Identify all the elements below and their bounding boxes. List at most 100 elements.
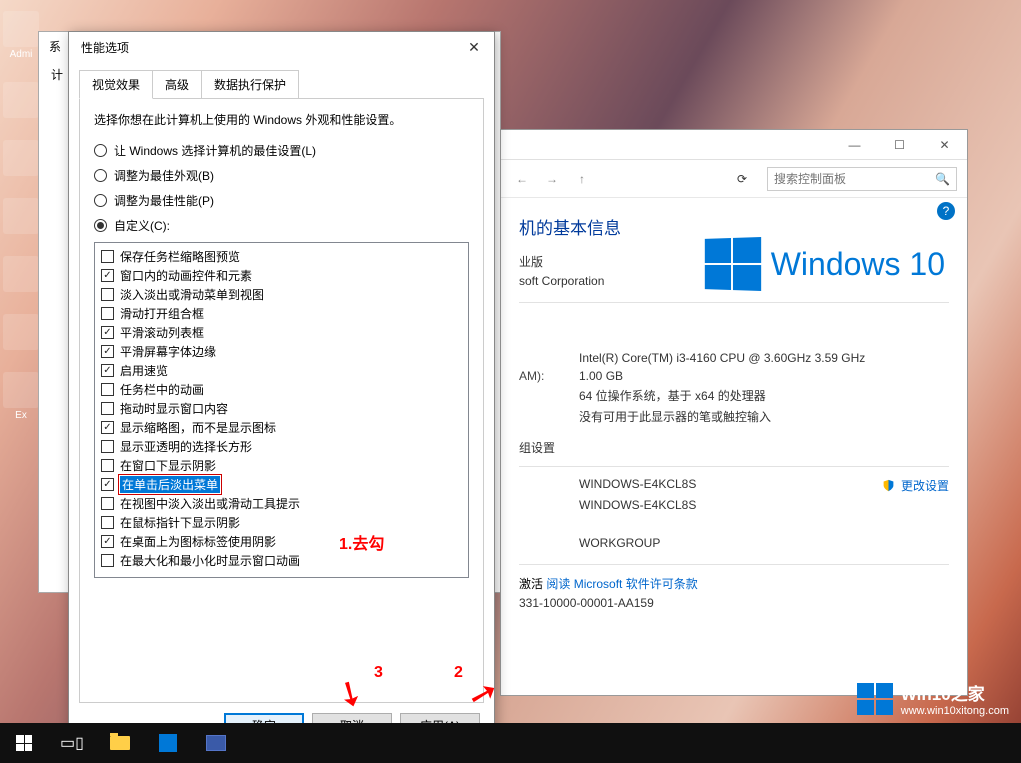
watermark-url: www.win10xitong.com (901, 705, 1009, 717)
checkbox-label: 拖动时显示窗口内容 (120, 400, 228, 417)
checkbox-option[interactable]: 滑动打开组合框 (101, 304, 462, 323)
checkbox-icon (101, 250, 114, 263)
watermark: Win10之家 www.win10xitong.com (857, 680, 1009, 717)
watermark-brand: Win10之家 (901, 680, 1009, 705)
nav-toolbar: ← → ↑ ⟳ 🔍 (501, 160, 967, 198)
checkbox-option[interactable]: 在单击后淡出菜单 (101, 475, 462, 494)
checkbox-option[interactable]: 显示亚透明的选择长方形 (101, 437, 462, 456)
nav-back-icon[interactable]: ← (511, 168, 533, 190)
search-icon[interactable]: 🔍 (935, 172, 950, 186)
checkbox-label: 任务栏中的动画 (120, 381, 204, 398)
change-settings-link[interactable]: 更改设置 (882, 477, 949, 494)
link-text: 更改设置 (901, 479, 949, 493)
close-icon[interactable]: ✕ (462, 37, 486, 57)
radio-label: 自定义(C): (114, 217, 170, 234)
windows-start-icon (16, 735, 32, 751)
checkbox-option[interactable]: 启用速览 (101, 361, 462, 380)
radio-best-performance[interactable]: 调整为最佳性能(P) (94, 192, 469, 209)
store-icon (159, 734, 177, 752)
checkbox-icon (101, 364, 114, 377)
search-input[interactable] (774, 172, 929, 186)
checkbox-label: 在窗口下显示阴影 (120, 457, 216, 474)
ram-value: 1.00 GB (579, 369, 623, 383)
checkbox-icon (101, 421, 114, 434)
checkbox-option[interactable]: 平滑滚动列表框 (101, 323, 462, 342)
checkbox-label: 在单击后淡出菜单 (120, 476, 220, 493)
radio-icon (94, 169, 107, 182)
radio-auto[interactable]: 让 Windows 选择计算机的最佳设置(L) (94, 142, 469, 159)
radio-icon (94, 194, 107, 207)
performance-options-dialog: 性能选项 ✕ 视觉效果 高级 数据执行保护 选择你想在此计算机上使用的 Wind… (68, 31, 495, 731)
checkbox-option[interactable]: 在鼠标指针下显示阴影 (101, 513, 462, 532)
checkbox-option[interactable]: 在最大化和最小化时显示窗口动画 (101, 551, 462, 570)
checkbox-label: 滑动打开组合框 (120, 305, 204, 322)
start-button[interactable] (0, 723, 48, 763)
checkbox-option[interactable]: 淡入淡出或滑动菜单到视图 (101, 285, 462, 304)
radio-custom[interactable]: 自定义(C): (94, 217, 469, 234)
checkbox-option[interactable]: 窗口内的动画控件和元素 (101, 266, 462, 285)
checkbox-icon (101, 478, 114, 491)
radio-best-appearance[interactable]: 调整为最佳外观(B) (94, 167, 469, 184)
checkbox-option[interactable]: 在视图中淡入淡出或滑动工具提示 (101, 494, 462, 513)
minimize-button[interactable]: — (832, 130, 877, 160)
control-panel-button[interactable] (192, 723, 240, 763)
desktop-icon[interactable]: Ex (0, 372, 42, 421)
checkbox-option[interactable]: 在窗口下显示阴影 (101, 456, 462, 475)
help-icon[interactable]: ? (937, 202, 955, 220)
processor-value: Intel(R) Core(TM) i3-4160 CPU @ 3.60GHz … (579, 351, 865, 365)
store-button[interactable] (144, 723, 192, 763)
touch-value: 没有可用于此显示器的笔或触控输入 (579, 408, 771, 425)
task-view-button[interactable]: ▭▯ (48, 723, 96, 763)
nav-up-icon[interactable]: ↑ (571, 168, 593, 190)
maximize-button[interactable]: ☐ (877, 130, 922, 160)
ram-label: AM): (519, 369, 559, 383)
checkbox-option[interactable]: 任务栏中的动画 (101, 380, 462, 399)
checkbox-icon (101, 459, 114, 472)
tab-advanced[interactable]: 高级 (152, 70, 202, 99)
desktop-icon[interactable] (0, 82, 42, 118)
icon-label: Admi (0, 49, 42, 60)
desktop-icon[interactable] (0, 140, 42, 176)
desktop-icon[interactable]: Admi (0, 11, 42, 60)
edition-value: 业版 (519, 253, 543, 270)
taskbar: ▭▯ (0, 723, 1021, 763)
checkbox-option[interactable]: 显示缩略图，而不是显示图标 (101, 418, 462, 437)
divider (519, 302, 949, 303)
file-explorer-button[interactable] (96, 723, 144, 763)
checkbox-option[interactable]: 保存任务栏缩略图预览 (101, 247, 462, 266)
desktop-icon[interactable] (0, 314, 42, 350)
titlebar: — ☐ ✕ (501, 130, 967, 160)
tab-strip: 视觉效果 高级 数据执行保护 (69, 62, 494, 99)
desktop-icons: Admi Ex (0, 5, 42, 443)
radio-label: 调整为最佳外观(B) (114, 167, 214, 184)
refresh-icon[interactable]: ⟳ (737, 172, 759, 186)
desktop-icon[interactable] (0, 256, 42, 292)
checkbox-icon (101, 307, 114, 320)
checkbox-icon (101, 440, 114, 453)
computer-name: WINDOWS-E4KCL8S (579, 477, 696, 494)
checkbox-option[interactable]: 在桌面上为图标标签使用阴影 (101, 532, 462, 551)
close-button[interactable]: ✕ (922, 130, 967, 160)
radio-icon (94, 219, 107, 232)
checkbox-label: 在桌面上为图标标签使用阴影 (120, 533, 276, 550)
divider (519, 466, 949, 467)
annotation-1: 1.去勾 (339, 530, 384, 554)
checkbox-label: 在鼠标指针下显示阴影 (120, 514, 240, 531)
intro-text: 选择你想在此计算机上使用的 Windows 外观和性能设置。 (94, 111, 469, 128)
checkbox-option[interactable]: 拖动时显示窗口内容 (101, 399, 462, 418)
product-id: 331-10000-00001-AA159 (519, 596, 654, 610)
checkbox-option[interactable]: 平滑屏幕字体边缘 (101, 342, 462, 361)
annotation-3: 3 (374, 664, 383, 682)
desktop-icon[interactable] (0, 198, 42, 234)
license-link[interactable]: 阅读 Microsoft 软件许可条款 (546, 575, 697, 592)
checkbox-label: 平滑屏幕字体边缘 (120, 343, 216, 360)
checkbox-icon (101, 535, 114, 548)
search-box[interactable]: 🔍 (767, 167, 957, 191)
task-view-icon: ▭▯ (60, 733, 84, 753)
tab-dep[interactable]: 数据执行保护 (201, 70, 299, 99)
systype-value: 64 位操作系统，基于 x64 的处理器 (579, 387, 766, 404)
tab-visual-effects[interactable]: 视觉效果 (79, 70, 153, 99)
nav-forward-icon[interactable]: → (541, 168, 563, 190)
checkbox-label: 平滑滚动列表框 (120, 324, 204, 341)
options-listbox[interactable]: 保存任务栏缩略图预览窗口内的动画控件和元素淡入淡出或滑动菜单到视图滑动打开组合框… (94, 242, 469, 578)
